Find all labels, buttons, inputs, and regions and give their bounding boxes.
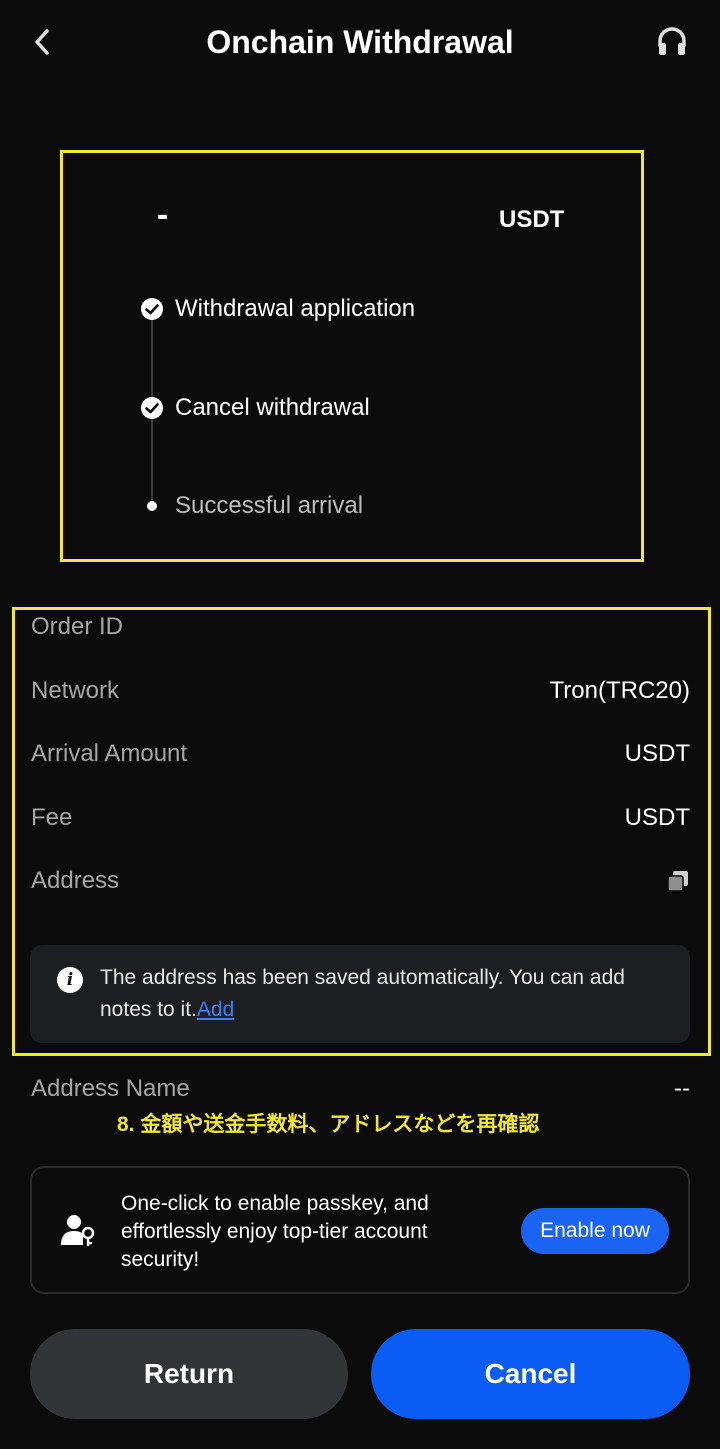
enable-passkey-button[interactable]: Enable now bbox=[521, 1208, 669, 1254]
order-id-row: Order ID bbox=[31, 610, 690, 644]
headset-icon bbox=[658, 27, 686, 55]
notice-message: The address has been saved automatically… bbox=[100, 966, 625, 1021]
step-label: Cancel withdrawal bbox=[175, 394, 370, 421]
address-saved-notice: i The address has been saved automatical… bbox=[30, 945, 690, 1043]
check-circle-icon bbox=[140, 396, 164, 420]
network-row: Network Tron(TRC20) bbox=[31, 674, 690, 708]
arrival-amount-row: Arrival Amount USDT bbox=[31, 737, 690, 771]
top-bar: Onchain Withdrawal bbox=[0, 0, 720, 86]
timeline-step-arrival: Successful arrival bbox=[140, 491, 363, 521]
page-title: Onchain Withdrawal bbox=[206, 24, 514, 60]
network-label: Network bbox=[31, 677, 120, 704]
user-key-icon bbox=[61, 1215, 95, 1246]
address-row: Address bbox=[31, 864, 690, 898]
timeline-step-cancel: Cancel withdrawal bbox=[140, 393, 370, 423]
passkey-promo-card: One-click to enable passkey, and effortl… bbox=[30, 1166, 690, 1294]
add-note-link[interactable]: Add bbox=[197, 998, 234, 1021]
arrival-amount-value: USDT bbox=[624, 740, 690, 767]
info-icon: i bbox=[57, 967, 83, 993]
timeline-step-application: Withdrawal application bbox=[140, 294, 415, 324]
order-id-label: Order ID bbox=[31, 613, 124, 640]
cancel-button[interactable]: Cancel bbox=[371, 1329, 690, 1419]
address-label: Address bbox=[31, 867, 120, 894]
address-name-row: Address Name -- bbox=[31, 1072, 690, 1106]
address-name-label: Address Name bbox=[31, 1075, 190, 1102]
copy-address-button[interactable] bbox=[666, 869, 690, 893]
network-value: Tron(TRC20) bbox=[549, 677, 690, 704]
support-button[interactable] bbox=[652, 22, 692, 62]
withdrawal-unit: USDT bbox=[499, 206, 565, 233]
dot-icon bbox=[140, 494, 164, 518]
step-label: Withdrawal application bbox=[175, 295, 416, 322]
notice-text: The address has been saved automatically… bbox=[100, 962, 660, 1026]
fee-value: USDT bbox=[624, 804, 690, 831]
check-circle-icon bbox=[140, 297, 164, 321]
annotation-caption: 8. 金額や送金手数料、アドレスなどを再確認 bbox=[117, 1113, 540, 1136]
withdrawal-amount: - bbox=[157, 196, 169, 234]
fee-row: Fee USDT bbox=[31, 801, 690, 835]
fee-label: Fee bbox=[31, 804, 73, 831]
address-name-value: -- bbox=[674, 1075, 690, 1102]
passkey-promo-text: One-click to enable passkey, and effortl… bbox=[121, 1192, 429, 1271]
step-label: Successful arrival bbox=[175, 492, 364, 519]
arrival-amount-label: Arrival Amount bbox=[31, 740, 188, 767]
copy-icon bbox=[667, 871, 688, 892]
return-button[interactable]: Return bbox=[30, 1329, 348, 1419]
